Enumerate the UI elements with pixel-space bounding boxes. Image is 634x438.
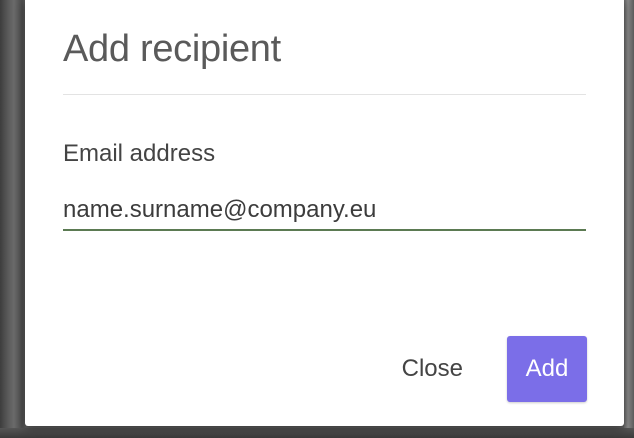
dialog-actions: Close Add [380, 336, 587, 402]
add-recipient-dialog: Add recipient Email address Close Add [25, 0, 624, 426]
dialog-title: Add recipient [63, 28, 281, 70]
title-divider [63, 94, 586, 95]
add-button[interactable]: Add [507, 336, 587, 402]
email-field[interactable] [63, 191, 586, 231]
email-field-label: Email address [63, 140, 216, 167]
modal-backdrop-edge [624, 0, 634, 438]
close-button[interactable]: Close [380, 336, 485, 402]
modal-backdrop-bottom [0, 428, 634, 438]
